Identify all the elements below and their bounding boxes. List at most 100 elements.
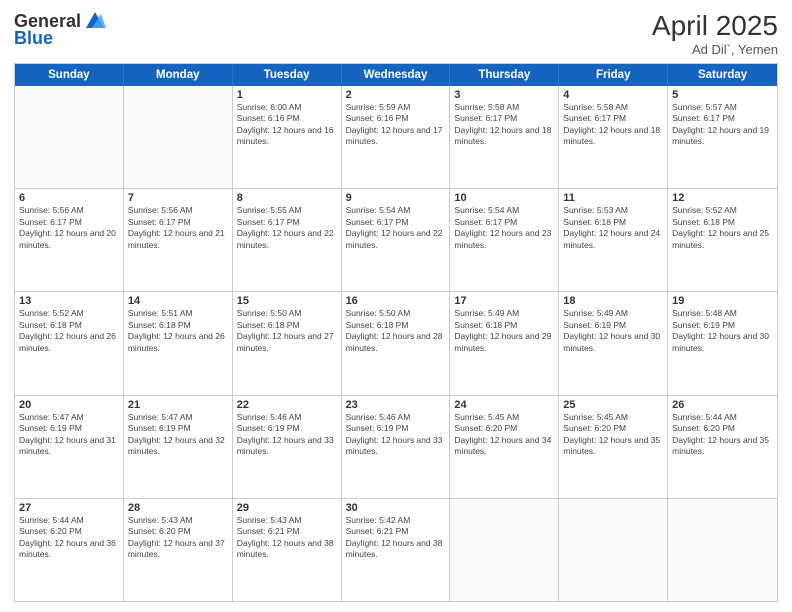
day-number: 11 xyxy=(563,192,663,204)
day-info: Sunrise: 5:45 AM Sunset: 6:20 PM Dayligh… xyxy=(563,412,663,458)
calendar-cell xyxy=(450,499,559,601)
calendar-cell: 25Sunrise: 5:45 AM Sunset: 6:20 PM Dayli… xyxy=(559,396,668,498)
calendar-cell: 22Sunrise: 5:46 AM Sunset: 6:19 PM Dayli… xyxy=(233,396,342,498)
day-number: 17 xyxy=(454,295,554,307)
calendar-cell: 11Sunrise: 5:53 AM Sunset: 6:18 PM Dayli… xyxy=(559,189,668,291)
day-number: 3 xyxy=(454,89,554,101)
day-info: Sunrise: 5:46 AM Sunset: 6:19 PM Dayligh… xyxy=(346,412,446,458)
calendar-cell: 30Sunrise: 5:42 AM Sunset: 6:21 PM Dayli… xyxy=(342,499,451,601)
day-number: 27 xyxy=(19,502,119,514)
day-number: 24 xyxy=(454,399,554,411)
calendar-cell: 2Sunrise: 5:59 AM Sunset: 6:16 PM Daylig… xyxy=(342,86,451,188)
day-number: 8 xyxy=(237,192,337,204)
day-number: 20 xyxy=(19,399,119,411)
calendar-cell: 14Sunrise: 5:51 AM Sunset: 6:18 PM Dayli… xyxy=(124,292,233,394)
day-info: Sunrise: 5:42 AM Sunset: 6:21 PM Dayligh… xyxy=(346,515,446,561)
calendar-cell: 1Sunrise: 6:00 AM Sunset: 6:16 PM Daylig… xyxy=(233,86,342,188)
day-info: Sunrise: 5:47 AM Sunset: 6:19 PM Dayligh… xyxy=(19,412,119,458)
day-number: 4 xyxy=(563,89,663,101)
day-info: Sunrise: 5:50 AM Sunset: 6:18 PM Dayligh… xyxy=(237,308,337,354)
day-number: 22 xyxy=(237,399,337,411)
calendar-cell: 6Sunrise: 5:56 AM Sunset: 6:17 PM Daylig… xyxy=(15,189,124,291)
calendar-cell: 4Sunrise: 5:58 AM Sunset: 6:17 PM Daylig… xyxy=(559,86,668,188)
calendar-cell xyxy=(668,499,777,601)
day-info: Sunrise: 5:47 AM Sunset: 6:19 PM Dayligh… xyxy=(128,412,228,458)
calendar-cell: 13Sunrise: 5:52 AM Sunset: 6:18 PM Dayli… xyxy=(15,292,124,394)
title-block: April 2025 Ad Dil`, Yemen xyxy=(652,10,778,57)
day-info: Sunrise: 5:57 AM Sunset: 6:17 PM Dayligh… xyxy=(672,102,773,148)
calendar-cell: 9Sunrise: 5:54 AM Sunset: 6:17 PM Daylig… xyxy=(342,189,451,291)
day-info: Sunrise: 5:52 AM Sunset: 6:18 PM Dayligh… xyxy=(19,308,119,354)
day-number: 30 xyxy=(346,502,446,514)
calendar-cell xyxy=(559,499,668,601)
day-of-week-tuesday: Tuesday xyxy=(233,64,342,86)
month-year: April 2025 xyxy=(652,10,778,42)
day-number: 14 xyxy=(128,295,228,307)
day-info: Sunrise: 5:59 AM Sunset: 6:16 PM Dayligh… xyxy=(346,102,446,148)
calendar: SundayMondayTuesdayWednesdayThursdayFrid… xyxy=(14,63,778,602)
day-info: Sunrise: 5:56 AM Sunset: 6:17 PM Dayligh… xyxy=(19,205,119,251)
calendar-cell: 21Sunrise: 5:47 AM Sunset: 6:19 PM Dayli… xyxy=(124,396,233,498)
calendar-cell: 3Sunrise: 5:58 AM Sunset: 6:17 PM Daylig… xyxy=(450,86,559,188)
day-info: Sunrise: 5:49 AM Sunset: 6:18 PM Dayligh… xyxy=(454,308,554,354)
day-info: Sunrise: 5:53 AM Sunset: 6:18 PM Dayligh… xyxy=(563,205,663,251)
day-number: 1 xyxy=(237,89,337,101)
calendar-cell: 10Sunrise: 5:54 AM Sunset: 6:17 PM Dayli… xyxy=(450,189,559,291)
day-number: 12 xyxy=(672,192,773,204)
day-number: 29 xyxy=(237,502,337,514)
day-number: 5 xyxy=(672,89,773,101)
calendar-header: SundayMondayTuesdayWednesdayThursdayFrid… xyxy=(15,64,777,86)
logo: General Blue xyxy=(14,10,106,49)
day-number: 7 xyxy=(128,192,228,204)
day-info: Sunrise: 5:54 AM Sunset: 6:17 PM Dayligh… xyxy=(346,205,446,251)
calendar-cell: 12Sunrise: 5:52 AM Sunset: 6:18 PM Dayli… xyxy=(668,189,777,291)
day-info: Sunrise: 5:55 AM Sunset: 6:17 PM Dayligh… xyxy=(237,205,337,251)
day-of-week-friday: Friday xyxy=(559,64,668,86)
day-of-week-sunday: Sunday xyxy=(15,64,124,86)
day-number: 19 xyxy=(672,295,773,307)
calendar-cell: 20Sunrise: 5:47 AM Sunset: 6:19 PM Dayli… xyxy=(15,396,124,498)
day-number: 28 xyxy=(128,502,228,514)
calendar-cell: 24Sunrise: 5:45 AM Sunset: 6:20 PM Dayli… xyxy=(450,396,559,498)
day-number: 2 xyxy=(346,89,446,101)
day-number: 15 xyxy=(237,295,337,307)
day-of-week-monday: Monday xyxy=(124,64,233,86)
calendar-cell: 18Sunrise: 5:49 AM Sunset: 6:19 PM Dayli… xyxy=(559,292,668,394)
calendar-cell: 19Sunrise: 5:48 AM Sunset: 6:19 PM Dayli… xyxy=(668,292,777,394)
calendar-cell: 23Sunrise: 5:46 AM Sunset: 6:19 PM Dayli… xyxy=(342,396,451,498)
header: General Blue April 2025 Ad Dil`, Yemen xyxy=(14,10,778,57)
day-number: 9 xyxy=(346,192,446,204)
day-number: 13 xyxy=(19,295,119,307)
day-info: Sunrise: 5:48 AM Sunset: 6:19 PM Dayligh… xyxy=(672,308,773,354)
calendar-cell: 26Sunrise: 5:44 AM Sunset: 6:20 PM Dayli… xyxy=(668,396,777,498)
location: Ad Dil`, Yemen xyxy=(652,42,778,57)
day-number: 26 xyxy=(672,399,773,411)
day-info: Sunrise: 5:49 AM Sunset: 6:19 PM Dayligh… xyxy=(563,308,663,354)
calendar-cell: 5Sunrise: 5:57 AM Sunset: 6:17 PM Daylig… xyxy=(668,86,777,188)
day-info: Sunrise: 5:44 AM Sunset: 6:20 PM Dayligh… xyxy=(19,515,119,561)
logo-blue: Blue xyxy=(14,28,53,49)
day-of-week-saturday: Saturday xyxy=(668,64,777,86)
day-info: Sunrise: 5:58 AM Sunset: 6:17 PM Dayligh… xyxy=(563,102,663,148)
calendar-cell xyxy=(15,86,124,188)
day-info: Sunrise: 5:50 AM Sunset: 6:18 PM Dayligh… xyxy=(346,308,446,354)
day-of-week-thursday: Thursday xyxy=(450,64,559,86)
calendar-cell: 28Sunrise: 5:43 AM Sunset: 6:20 PM Dayli… xyxy=(124,499,233,601)
day-info: Sunrise: 5:54 AM Sunset: 6:17 PM Dayligh… xyxy=(454,205,554,251)
calendar-row-0: 1Sunrise: 6:00 AM Sunset: 6:16 PM Daylig… xyxy=(15,86,777,189)
calendar-row-1: 6Sunrise: 5:56 AM Sunset: 6:17 PM Daylig… xyxy=(15,189,777,292)
day-info: Sunrise: 5:45 AM Sunset: 6:20 PM Dayligh… xyxy=(454,412,554,458)
day-number: 16 xyxy=(346,295,446,307)
day-of-week-wednesday: Wednesday xyxy=(342,64,451,86)
day-number: 23 xyxy=(346,399,446,411)
calendar-cell: 7Sunrise: 5:56 AM Sunset: 6:17 PM Daylig… xyxy=(124,189,233,291)
day-info: Sunrise: 5:56 AM Sunset: 6:17 PM Dayligh… xyxy=(128,205,228,251)
day-info: Sunrise: 5:52 AM Sunset: 6:18 PM Dayligh… xyxy=(672,205,773,251)
calendar-row-2: 13Sunrise: 5:52 AM Sunset: 6:18 PM Dayli… xyxy=(15,292,777,395)
day-info: Sunrise: 5:46 AM Sunset: 6:19 PM Dayligh… xyxy=(237,412,337,458)
calendar-row-4: 27Sunrise: 5:44 AM Sunset: 6:20 PM Dayli… xyxy=(15,499,777,601)
calendar-cell: 8Sunrise: 5:55 AM Sunset: 6:17 PM Daylig… xyxy=(233,189,342,291)
day-info: Sunrise: 6:00 AM Sunset: 6:16 PM Dayligh… xyxy=(237,102,337,148)
calendar-body: 1Sunrise: 6:00 AM Sunset: 6:16 PM Daylig… xyxy=(15,86,777,601)
day-number: 18 xyxy=(563,295,663,307)
